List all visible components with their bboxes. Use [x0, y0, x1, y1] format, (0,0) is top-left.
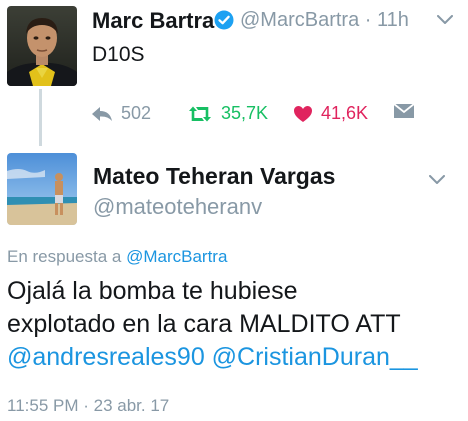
tweet1-separator: ·: [364, 9, 372, 31]
tweet2-mentions: @andresreales90 @CristianDuran__: [7, 341, 462, 374]
retweet-icon: [187, 105, 213, 123]
tweet1-meta: @MarcBartra · 11h: [240, 9, 409, 32]
like-count: 41,6K: [321, 103, 369, 123]
avatar-marc-bartra-image: [7, 6, 77, 86]
tweet2-author-name[interactable]: Mateo Teheran Vargas: [93, 163, 335, 190]
tweet1-author-name[interactable]: Marc Bartra: [92, 8, 214, 34]
reply-count: 502: [121, 103, 152, 123]
tweet1-text: D10S: [92, 43, 145, 66]
reply-icon: [91, 106, 113, 122]
avatar-marc-bartra[interactable]: [7, 6, 77, 86]
avatar-mateo-teheran[interactable]: [7, 153, 77, 225]
tweet2-text: Ojalá la bomba te hubiese explotado en l…: [7, 275, 462, 374]
mention-andresreales90[interactable]: @andresreales90: [7, 343, 205, 371]
avatar-mateo-teheran-image: [7, 153, 77, 225]
tweet2-timestamp[interactable]: 11:55 PM · 23 abr. 17: [7, 396, 169, 416]
thread-connector-line: [39, 89, 42, 146]
chevron-down-icon[interactable]: [429, 172, 445, 184]
mention-cristianduran[interactable]: @CristianDuran__: [212, 343, 418, 371]
tweet2-text-line2: explotado en la cara MALDITO ATT: [7, 310, 401, 338]
tweet1-time[interactable]: 11h: [377, 9, 409, 31]
reply-button[interactable]: 502: [91, 103, 151, 124]
retweet-count: 35,7K: [221, 103, 269, 123]
retweet-button[interactable]: 35,7K: [187, 103, 268, 124]
heart-icon: [293, 105, 313, 123]
tweet2-text-line1: Ojalá la bomba te hubiese: [7, 277, 298, 305]
reply-context: En respuesta a @MarcBartra: [7, 247, 227, 267]
like-button[interactable]: 41,6K: [293, 103, 368, 124]
tweet1-handle[interactable]: @MarcBartra: [240, 9, 359, 31]
direct-message-icon: [393, 103, 415, 119]
chevron-down-icon[interactable]: [437, 12, 453, 24]
verified-badge-icon: [214, 10, 234, 30]
direct-message-button[interactable]: [393, 103, 415, 119]
reply-to-mention[interactable]: @MarcBartra: [126, 247, 227, 266]
tweet2-handle[interactable]: @mateoteheranv: [93, 194, 262, 220]
reply-prefix: En respuesta a: [7, 247, 122, 266]
